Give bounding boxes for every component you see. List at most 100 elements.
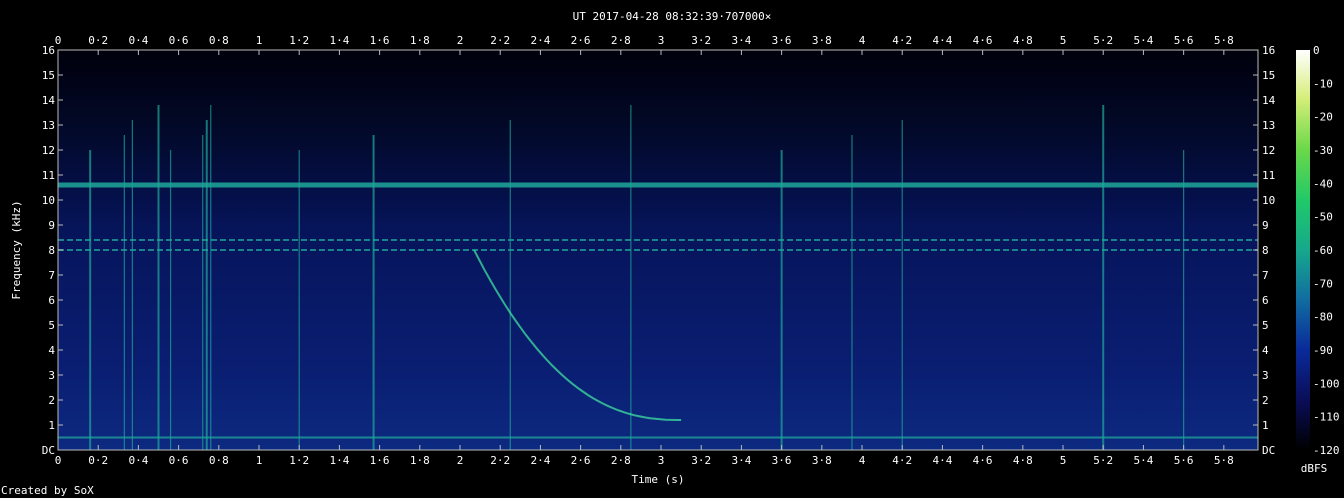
y-tick-left-label: 10 [42, 194, 55, 207]
y-tick-left-label: 4 [48, 344, 55, 357]
x-tick-top-label: 4·8 [1013, 34, 1033, 47]
x-tick-bottom-label: 4·2 [892, 454, 912, 467]
y-tick-left-label: 14 [42, 94, 56, 107]
y-tick-left-label: 11 [42, 169, 55, 182]
x-tick-bottom-label: 0 [55, 454, 62, 467]
x-tick-bottom-label: 3·2 [691, 454, 711, 467]
y-tick-right-label: 7 [1262, 269, 1269, 282]
x-tick-top-label: 0·8 [209, 34, 229, 47]
x-tick-top-label: 3 [658, 34, 665, 47]
x-tick-bottom-label: 4 [859, 454, 866, 467]
x-tick-bottom-label: 4·8 [1013, 454, 1033, 467]
x-tick-bottom-label: 0·6 [169, 454, 189, 467]
y-tick-left-label: 15 [42, 69, 55, 82]
x-tick-bottom-label: 0·8 [209, 454, 229, 467]
credit-text: Created by SoX [1, 484, 94, 497]
y-tick-right-label: 8 [1262, 244, 1269, 257]
y-tick-left-label: 3 [48, 369, 55, 382]
x-axis-label: Time (s) [632, 473, 685, 486]
x-tick-bottom-label: 2·4 [530, 454, 550, 467]
y-tick-left-label: 1 [48, 419, 55, 432]
y-tick-right-label: 5 [1262, 319, 1269, 332]
x-tick-bottom-label: 2·6 [571, 454, 591, 467]
x-tick-bottom-label: 5·2 [1093, 454, 1113, 467]
y-tick-right-label: 9 [1262, 219, 1269, 232]
x-tick-top-label: 5 [1060, 34, 1067, 47]
y-tick-left-label: 6 [48, 294, 55, 307]
x-tick-top-label: 1·8 [410, 34, 430, 47]
spectrogram-figure: UT 2017-04-28 08:32:39·707000× 0 0·2 0·4 0·… [10, 10, 1340, 486]
y-tick-right-label: 16 [1262, 44, 1275, 57]
y-tick-left-label: 7 [48, 269, 55, 282]
x-tick-bottom-label: 3 [658, 454, 665, 467]
x-tick-bottom-label: 1·6 [370, 454, 390, 467]
y-tick-left-label: 5 [48, 319, 55, 332]
colorbar-tick-label: -110 [1313, 411, 1340, 424]
y-tick-right-label: DC [1262, 444, 1275, 457]
x-tick-bottom-label: 2 [457, 454, 464, 467]
x-tick-top-label: 4·2 [892, 34, 912, 47]
colorbar-tick-label: -100 [1313, 377, 1340, 390]
x-tick-top-label: 3·6 [772, 34, 792, 47]
colorbar-tick-label: -80 [1313, 311, 1333, 324]
colorbar-ticks: 0 -10 -20 -30 -40 -50 -60 -70 -80 -90 -100 -110 -120 [1313, 44, 1340, 457]
y-tick-right-label: 6 [1262, 294, 1269, 307]
colorbar: 0 -10 -20 -30 -40 -50 -60 -70 -80 -90 -100 -110 -120… [1296, 44, 1340, 475]
y-tick-left-label: 16 [42, 44, 55, 57]
x-tick-top-label: 3·4 [731, 34, 751, 47]
colorbar-tick-label: -10 [1313, 77, 1333, 90]
x-tick-bottom-label: 4·6 [973, 454, 993, 467]
colorbar-tick-label: -30 [1313, 144, 1333, 157]
x-tick-top-label: 1 [256, 34, 263, 47]
x-tick-top-label: 4·6 [973, 34, 993, 47]
x-tick-top-label: 4·4 [932, 34, 952, 47]
x-tick-top-label: 4 [859, 34, 866, 47]
x-tick-bottom-label: 5 [1060, 454, 1067, 467]
x-tick-bottom-label: 5·6 [1174, 454, 1194, 467]
x-tick-bottom-label: 2·2 [490, 454, 510, 467]
x-tick-top-label: 2·6 [571, 34, 591, 47]
x-tick-bottom-label: 1·4 [329, 454, 349, 467]
x-tick-bottom-label: 3·4 [731, 454, 751, 467]
x-tick-top-label: 5·8 [1214, 34, 1234, 47]
x-tick-bottom-label: 3·8 [812, 454, 832, 467]
y-tick-left-label: DC [42, 444, 55, 457]
y-tick-left-label: 13 [42, 119, 55, 132]
x-tick-top-label: 2·4 [530, 34, 550, 47]
x-tick-bottom-label: 4·4 [932, 454, 952, 467]
y-tick-right-label: 11 [1262, 169, 1275, 182]
x-tick-bottom-label: 2·8 [611, 454, 631, 467]
y-tick-right-label: 4 [1262, 344, 1269, 357]
colorbar-label: dBFS [1301, 462, 1328, 475]
x-tick-top-label: 0 [55, 34, 62, 47]
x-tick-bottom-label: 0·2 [88, 454, 108, 467]
x-tick-top-label: 2·2 [490, 34, 510, 47]
x-tick-top-label: 1·6 [370, 34, 390, 47]
x-tick-bottom-label: 3·6 [772, 454, 792, 467]
colorbar-tick-label: -70 [1313, 277, 1333, 290]
y-tick-right-label: 13 [1262, 119, 1275, 132]
x-tick-top-label: 5·2 [1093, 34, 1113, 47]
y-axis-label: Frequency (kHz) [10, 200, 23, 299]
x-tick-top-label: 3·2 [691, 34, 711, 47]
colorbar-tick-label: 0 [1313, 44, 1320, 57]
x-tick-bottom-label: 5·8 [1214, 454, 1234, 467]
y-tick-left-label: 2 [48, 394, 55, 407]
y-tick-left-label: 9 [48, 219, 55, 232]
x-tick-top-label: 5·4 [1133, 34, 1153, 47]
colorbar-gradient [1296, 50, 1310, 450]
x-tick-top-label: 0·6 [169, 34, 189, 47]
y-tick-right-label: 12 [1262, 144, 1275, 157]
colorbar-tick-label: -120 [1313, 444, 1340, 457]
colorbar-tick-label: -60 [1313, 244, 1333, 257]
x-tick-bottom-label: 0·4 [128, 454, 148, 467]
x-tick-top-label: 0·2 [88, 34, 108, 47]
x-tick-bottom-label: 1 [256, 454, 263, 467]
plot-area [57, 49, 1259, 451]
colorbar-tick-label: -90 [1313, 344, 1333, 357]
x-tick-top-label: 1·4 [329, 34, 349, 47]
x-tick-top-label: 3·8 [812, 34, 832, 47]
y-tick-right-label: 2 [1262, 394, 1269, 407]
colorbar-tick-label: -40 [1313, 177, 1333, 190]
x-tick-top-label: 1·2 [289, 34, 309, 47]
